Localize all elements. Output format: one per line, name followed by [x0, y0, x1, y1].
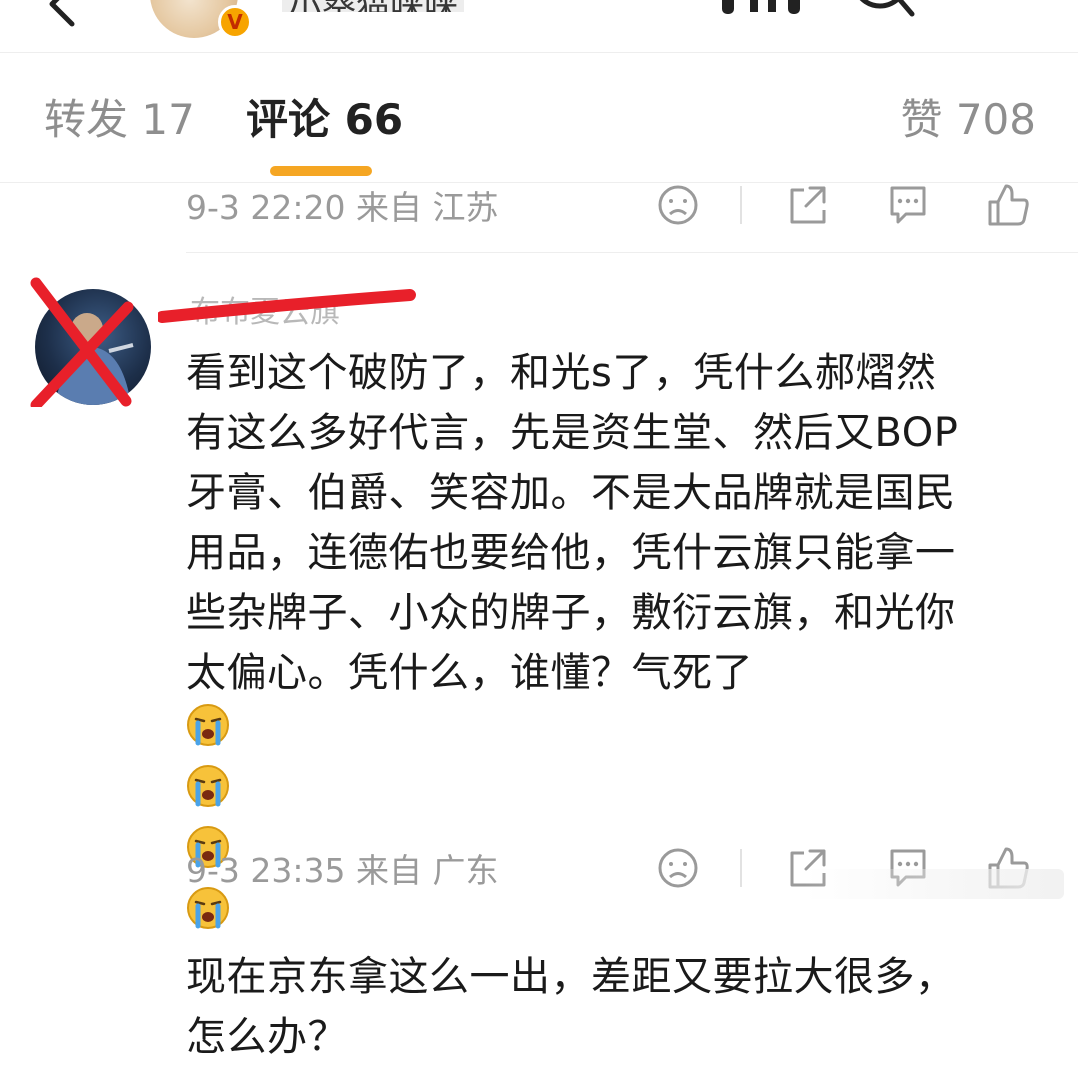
search-icon[interactable]: [850, 0, 920, 26]
watermark: [804, 869, 1064, 899]
verified-badge: V: [218, 5, 252, 39]
comment-icon[interactable]: [886, 180, 930, 234]
comment-line: 看到这个破防了，和光s了，凭什么郝熠然: [186, 350, 937, 396]
comment-meta: 9-3 22:20 来自 江苏: [186, 188, 499, 227]
comment-line: 现在京东拿这么一出，差距又要拉大很多，: [186, 954, 956, 1000]
comment-meta: 9-3 23:35 来自 广东: [186, 851, 499, 890]
comment-line-with-emoji: 太偏心。凭什么，谁懂？气死了: [186, 643, 1048, 947]
author-name[interactable]: 小葵猫咪咪: [282, 0, 464, 12]
comment-item: 布布夏云旗 看到这个破防了，和光s了，凭什么郝熠然 有这么多好代言，先是资生堂、…: [0, 253, 1078, 1060]
active-tab-indicator: [270, 166, 372, 176]
share-icon[interactable]: [786, 180, 830, 234]
emoji-row: [186, 703, 1048, 947]
tab-reposts[interactable]: 转发 17: [44, 92, 195, 148]
dislike-face-icon[interactable]: [656, 843, 700, 897]
music-icon[interactable]: [716, 0, 806, 20]
crying-emoji-icon: [186, 703, 1044, 764]
back-icon[interactable]: [38, 0, 88, 34]
red-strikethrough: [156, 283, 418, 327]
divider: [0, 52, 1078, 53]
comment-line: 太偏心。凭什么，谁懂？气死了: [186, 650, 753, 696]
top-bar: V 小葵猫咪咪: [0, 0, 1078, 52]
crying-emoji-icon: [186, 764, 1044, 825]
comment-line: 些杂牌子、小众的牌子，敷衍云旗，和光你: [186, 590, 956, 636]
comment-line: 怎么办？: [186, 1014, 348, 1060]
comment-line: 牙膏、伯爵、笑容加。不是大品牌就是国民: [186, 470, 956, 516]
red-x-mark: [28, 277, 138, 411]
dislike-face-icon[interactable]: [656, 180, 700, 234]
tab-likes[interactable]: 赞 708: [900, 92, 1036, 148]
separator: [740, 849, 742, 887]
previous-comment-footer: 9-3 22:20 来自 江苏: [186, 180, 1066, 236]
comment-tabs: 转发 17 评论 66 赞 708: [0, 70, 1078, 180]
like-thumb-icon[interactable]: [986, 180, 1030, 234]
comment-text: 看到这个破防了，和光s了，凭什么郝熠然 有这么多好代言，先是资生堂、然后又BOP…: [186, 343, 1048, 1067]
comment-line: 用品，连德佑也要给他，凭什云旗只能拿一: [186, 530, 956, 576]
tab-comments[interactable]: 评论 66: [246, 92, 403, 148]
separator: [740, 186, 742, 224]
comment-line: 有这么多好代言，先是资生堂、然后又BOP: [186, 410, 959, 456]
